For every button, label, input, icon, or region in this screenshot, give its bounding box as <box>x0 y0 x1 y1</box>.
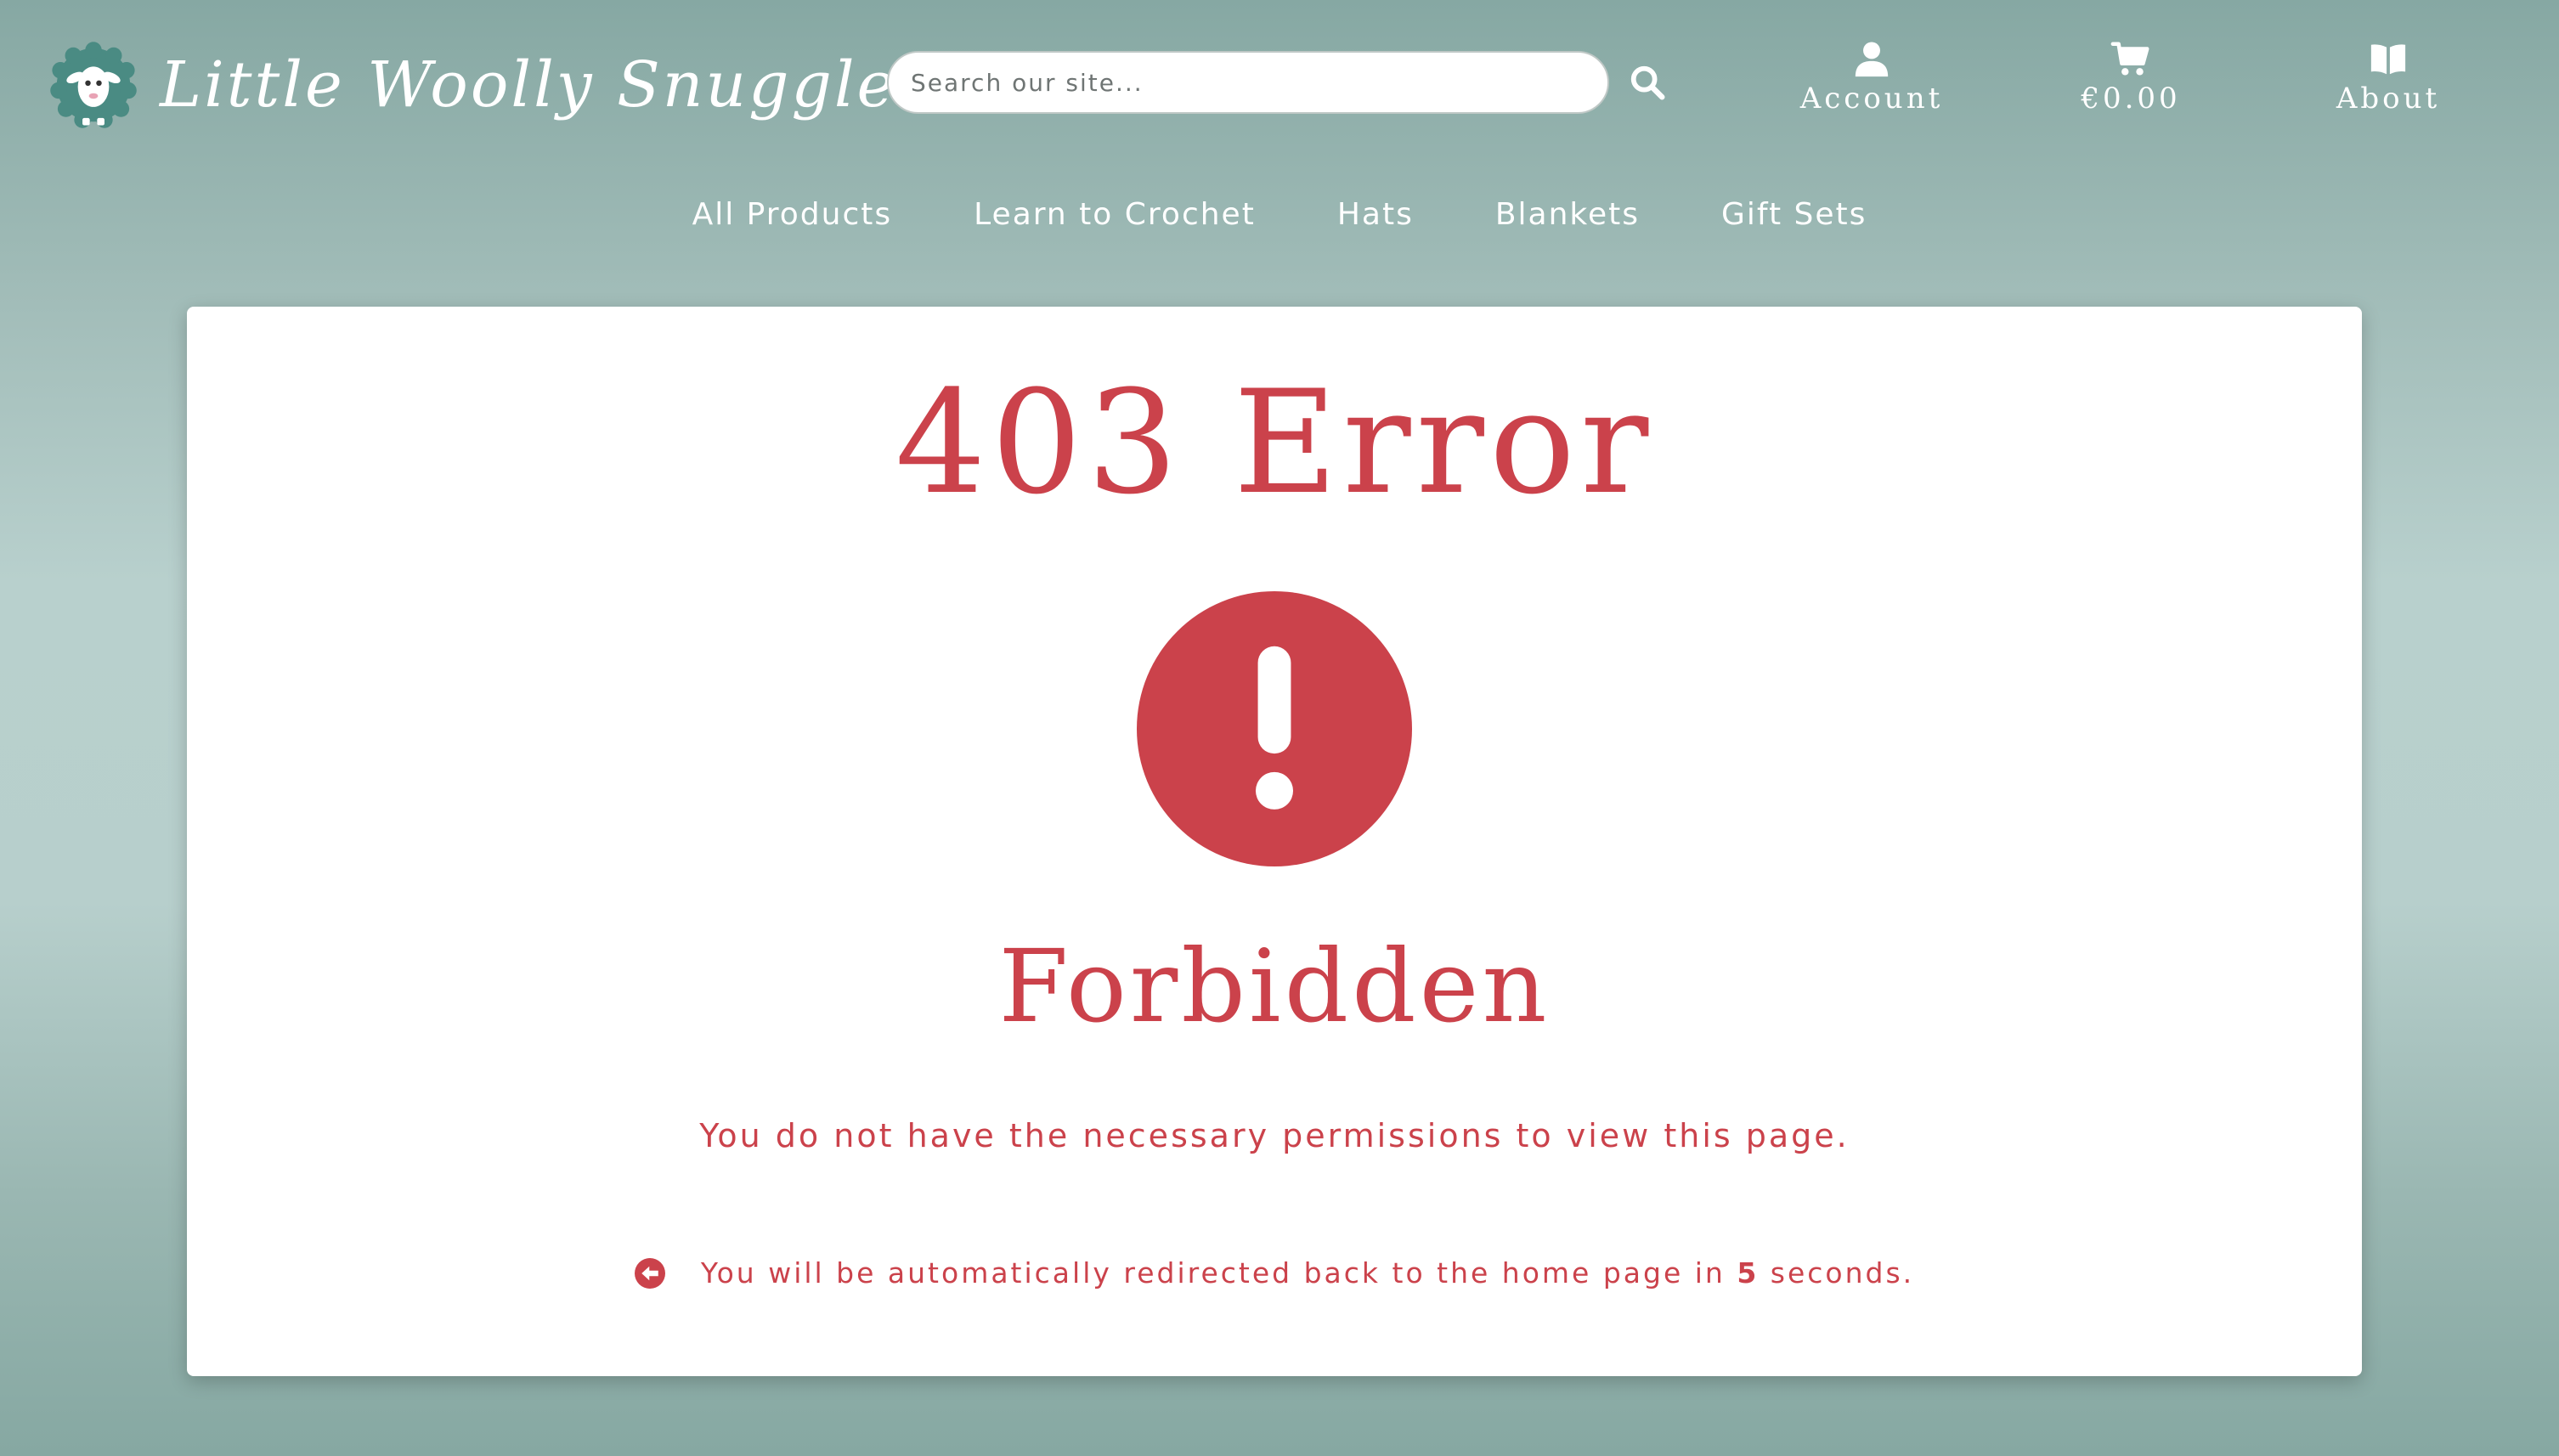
cart-total: €0.00 <box>2081 82 2181 116</box>
about-link[interactable]: About <box>2295 39 2482 116</box>
nav-item-learn-to-crochet[interactable]: Learn to Crochet <box>974 197 1256 232</box>
main-nav: All Products Learn to Crochet Hats Blank… <box>0 197 2559 232</box>
site-logo[interactable]: Little Woolly Snuggles <box>48 39 931 131</box>
user-icon <box>1855 42 1889 77</box>
search-input[interactable] <box>887 51 1609 114</box>
search-icon[interactable] <box>1628 63 1667 102</box>
nav-item-hats[interactable]: Hats <box>1337 197 1414 232</box>
cart-icon <box>2110 42 2149 76</box>
redirect-notice: You will be automatically redirected bac… <box>187 1256 2362 1290</box>
arrow-left-circle-icon[interactable] <box>634 1257 665 1289</box>
nav-item-all-products[interactable]: All Products <box>692 197 893 232</box>
error-title: 403 Error <box>895 359 1654 526</box>
cart-link[interactable]: €0.00 <box>2037 39 2224 116</box>
nav-item-gift-sets[interactable]: Gift Sets <box>1721 197 1867 232</box>
brand-name: Little Woolly Snuggles <box>160 48 932 121</box>
redirect-text-prefix: You will be automatically redirected bac… <box>700 1256 1726 1290</box>
account-label: Account <box>1799 82 1944 116</box>
account-link[interactable]: Account <box>1778 39 1965 116</box>
redirect-countdown: 5 <box>1737 1256 1760 1290</box>
error-message: You do not have the necessary permission… <box>699 1117 1850 1154</box>
book-icon <box>2370 44 2406 75</box>
about-label: About <box>2336 82 2441 116</box>
exclamation-circle-icon <box>1137 591 1412 866</box>
error-heading: Forbidden <box>998 928 1551 1045</box>
nav-item-blankets[interactable]: Blankets <box>1495 197 1640 232</box>
redirect-text-suffix: seconds. <box>1770 1256 1915 1290</box>
error-card: 403 Error Forbidden You do not have the … <box>187 307 2362 1376</box>
sheep-logo-icon <box>50 42 137 128</box>
